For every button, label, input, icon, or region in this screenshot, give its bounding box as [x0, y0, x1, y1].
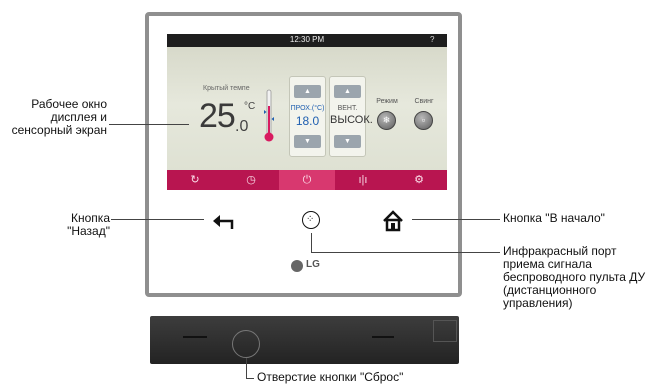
tab-schedule-off[interactable]: ↻: [167, 170, 223, 190]
touch-screen[interactable]: 12:30 PM ? Крытый темпе 25 °C .0 ▲ ПРОХ.…: [167, 34, 447, 190]
leader-home: [412, 219, 500, 220]
power-icon: ⏻: [302, 174, 312, 186]
mode-button[interactable]: ❄: [377, 111, 396, 130]
device-base: [150, 316, 459, 364]
fan-down-button[interactable]: ▼: [334, 135, 361, 148]
leader-reset-vertical: [246, 358, 247, 378]
home-icon[interactable]: [382, 210, 404, 232]
leader-ir-vertical: [311, 233, 312, 252]
energy-icon: ı|ı: [358, 174, 368, 186]
room-temp-decimal: .0: [235, 118, 249, 135]
thermometer-icon: [264, 89, 274, 142]
leader-display: [109, 124, 189, 125]
callout-back: Кнопка "Назад": [67, 211, 110, 238]
brand-logo: LG: [306, 259, 320, 270]
base-slot: [372, 336, 394, 338]
callout-home: Кнопка "В начало": [503, 211, 605, 225]
callout-reset: Отверстие кнопки "Сброс": [257, 370, 404, 384]
swing-button[interactable]: ▫: [414, 111, 433, 130]
base-slot: [183, 336, 207, 338]
room-temp-value: 25: [199, 97, 236, 135]
cool-up-button[interactable]: ▲: [294, 85, 321, 98]
callout-ir: Инфракрасный порт приема сигнала беспров…: [503, 244, 646, 310]
lg-logo-icon: [291, 260, 303, 272]
back-arrow-icon[interactable]: [212, 211, 236, 231]
schedule-off-icon: ↻: [190, 174, 200, 186]
fan-label: ВЕНТ.: [337, 105, 358, 112]
fan-up-button[interactable]: ▲: [334, 85, 361, 98]
leader-reset: [246, 378, 254, 379]
callout-display: Рабочее окно дисплея и сенсорный экран: [11, 97, 107, 137]
tab-energy[interactable]: ı|ı: [335, 170, 391, 190]
tab-settings[interactable]: ⚙: [391, 170, 447, 190]
room-temp-label: Крытый темпе: [203, 85, 250, 92]
tab-power[interactable]: ⏻: [279, 170, 335, 190]
reset-hole[interactable]: [232, 330, 260, 358]
cool-down-button[interactable]: ▼: [294, 135, 321, 148]
leader-ir: [311, 252, 500, 253]
cool-label: ПРОХ.(°C): [290, 105, 325, 112]
ir-sensor-icon: ⁘: [306, 214, 315, 225]
ir-port: ⁘: [302, 211, 320, 229]
swing-label: Свинг: [414, 98, 434, 105]
swing-icon: ▫: [421, 115, 426, 125]
tab-timer[interactable]: ◷: [223, 170, 279, 190]
cool-setpoint-panel: ▲ ПРОХ.(°C) 18.0 ▼: [289, 76, 326, 157]
bottom-menu-bar: ↻ ◷ ⏻ ı|ı ⚙: [167, 170, 447, 190]
fan-value: ВЫСОК.: [330, 114, 373, 126]
help-icon[interactable]: ?: [430, 35, 434, 44]
fan-speed-panel: ▲ ВЕНТ. ВЫСОК. ▼: [329, 76, 373, 157]
vent-grille: [433, 320, 457, 342]
cool-value: 18.0: [295, 114, 320, 128]
snowflake-icon: ❄: [382, 115, 391, 125]
temp-unit: °C: [244, 101, 256, 112]
leader-back: [111, 219, 204, 220]
mode-label: Режим: [376, 98, 398, 105]
timer-icon: ◷: [246, 174, 256, 186]
settings-icon: ⚙: [414, 174, 424, 186]
clock: 12:30 PM: [289, 35, 325, 44]
